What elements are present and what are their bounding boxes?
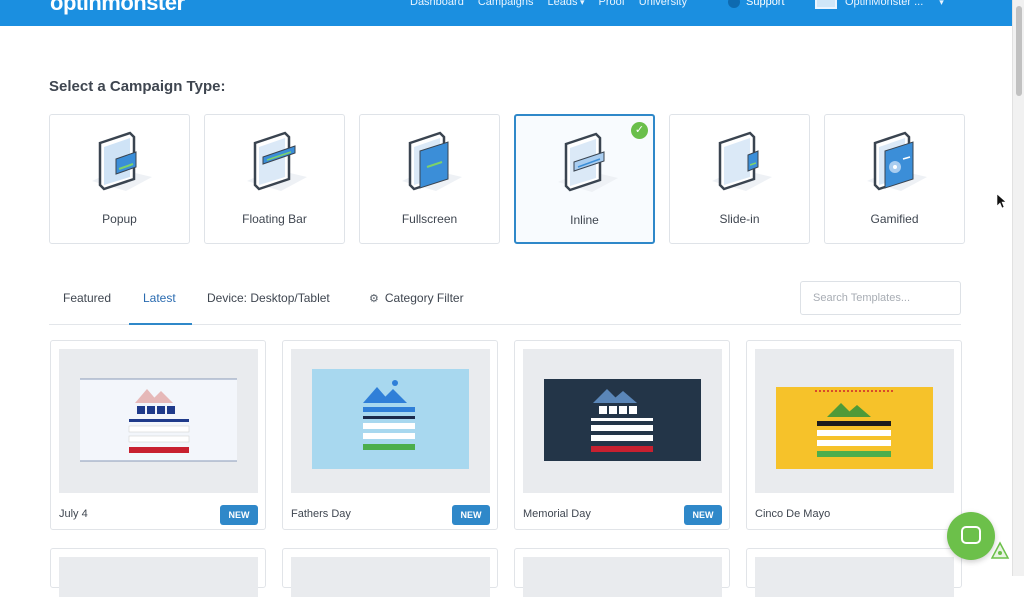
optinmonster-logo[interactable]: optinmonster bbox=[50, 0, 185, 16]
checkmark-icon: ✓ bbox=[631, 122, 648, 139]
campaign-type-label: Popup bbox=[102, 212, 137, 226]
tab-featured[interactable]: Featured bbox=[63, 291, 111, 305]
account-avatar bbox=[815, 0, 837, 9]
search-templates-input[interactable] bbox=[800, 281, 961, 315]
active-tab-indicator bbox=[129, 323, 192, 325]
template-preview bbox=[523, 349, 722, 493]
memorial-day-preview-image bbox=[544, 379, 701, 461]
campaign-type-gamified[interactable]: Gamified bbox=[824, 114, 965, 244]
inline-illustration-icon bbox=[558, 132, 618, 192]
nav-university[interactable]: University bbox=[639, 0, 687, 8]
cinco-de-mayo-preview-image bbox=[776, 387, 933, 469]
support-link[interactable]: Support bbox=[728, 0, 785, 8]
campaign-type-popup[interactable]: Popup bbox=[49, 114, 190, 244]
chevron-down-icon: ▾ bbox=[939, 0, 944, 7]
floating-bar-illustration-icon bbox=[247, 131, 307, 191]
mouse-cursor-icon bbox=[997, 194, 1007, 208]
template-preview bbox=[291, 349, 490, 493]
account-menu[interactable]: OptinMonster ... ▾ bbox=[815, 0, 944, 9]
template-name: July 4 bbox=[59, 508, 88, 520]
template-card[interactable] bbox=[282, 548, 498, 597]
template-grid: July 4 NEW Fathers Day NEW Memorial Day … bbox=[50, 340, 962, 530]
campaign-type-label: Gamified bbox=[870, 212, 919, 226]
template-card[interactable] bbox=[514, 548, 730, 597]
monster-mascot-icon bbox=[990, 541, 1010, 559]
template-preview bbox=[59, 557, 258, 597]
template-card[interactable]: Memorial Day NEW bbox=[514, 340, 730, 530]
tab-category-filter[interactable]: ⚙ Category Filter bbox=[369, 291, 464, 305]
campaign-type-label: Fullscreen bbox=[401, 212, 458, 226]
fathers-day-preview-image bbox=[312, 369, 469, 469]
campaign-type-fullscreen[interactable]: Fullscreen bbox=[359, 114, 500, 244]
template-preview bbox=[755, 349, 954, 493]
new-badge: NEW bbox=[684, 505, 722, 525]
template-preview bbox=[59, 349, 258, 493]
template-preview bbox=[291, 557, 490, 597]
campaign-type-slide-in[interactable]: Slide-in bbox=[669, 114, 810, 244]
campaign-type-label: Inline bbox=[570, 213, 599, 227]
nav-dashboard[interactable]: Dashboard bbox=[410, 0, 464, 8]
template-card[interactable]: Fathers Day NEW bbox=[282, 340, 498, 530]
account-name: OptinMonster ... bbox=[845, 0, 924, 8]
device-value: Desktop/Tablet bbox=[250, 291, 330, 305]
tab-device[interactable]: Device: Desktop/Tablet bbox=[207, 291, 330, 305]
nav-proof[interactable]: Proof bbox=[598, 0, 624, 8]
template-name: Fathers Day bbox=[291, 508, 351, 520]
new-badge: NEW bbox=[452, 505, 490, 525]
chat-icon bbox=[961, 526, 981, 544]
campaign-type-list: Popup Floating Bar Fullscreen Inline ✓ S… bbox=[49, 114, 965, 244]
tab-latest[interactable]: Latest bbox=[143, 291, 176, 305]
top-bar: optinmonster Dashboard Campaigns Leads P… bbox=[0, 0, 1012, 26]
campaign-type-inline[interactable]: Inline ✓ bbox=[514, 114, 655, 244]
support-label: Support bbox=[746, 0, 785, 8]
page-scrollbar[interactable] bbox=[1012, 0, 1024, 576]
nav-leads[interactable]: Leads bbox=[547, 0, 584, 8]
new-badge: NEW bbox=[220, 505, 258, 525]
template-card[interactable]: Cinco De Mayo bbox=[746, 340, 962, 530]
scrollbar-thumb[interactable] bbox=[1016, 6, 1022, 96]
template-grid-row-2 bbox=[50, 548, 962, 597]
fullscreen-illustration-icon bbox=[402, 131, 462, 191]
july-4-preview-image bbox=[80, 378, 237, 462]
chat-launcher-button[interactable] bbox=[947, 512, 995, 560]
gear-icon: ⚙ bbox=[369, 293, 379, 305]
template-card[interactable] bbox=[50, 548, 266, 597]
campaign-type-label: Slide-in bbox=[719, 212, 760, 226]
template-name: Memorial Day bbox=[523, 508, 591, 520]
campaign-type-floating-bar[interactable]: Floating Bar bbox=[204, 114, 345, 244]
popup-illustration-icon bbox=[92, 131, 152, 191]
template-preview bbox=[755, 557, 954, 597]
template-card[interactable] bbox=[746, 548, 962, 597]
template-name: Cinco De Mayo bbox=[755, 508, 831, 520]
page-heading: Select a Campaign Type: bbox=[49, 78, 226, 95]
campaign-type-label: Floating Bar bbox=[242, 212, 307, 226]
nav-campaigns[interactable]: Campaigns bbox=[478, 0, 534, 8]
template-preview bbox=[523, 557, 722, 597]
device-label: Device: bbox=[207, 291, 248, 305]
main-nav: Dashboard Campaigns Leads Proof Universi… bbox=[410, 0, 687, 8]
gamified-illustration-icon bbox=[867, 131, 927, 191]
help-icon bbox=[728, 0, 740, 8]
template-card[interactable]: July 4 NEW bbox=[50, 340, 266, 530]
slide-in-illustration-icon bbox=[712, 131, 772, 191]
category-filter-label: Category Filter bbox=[384, 291, 464, 305]
